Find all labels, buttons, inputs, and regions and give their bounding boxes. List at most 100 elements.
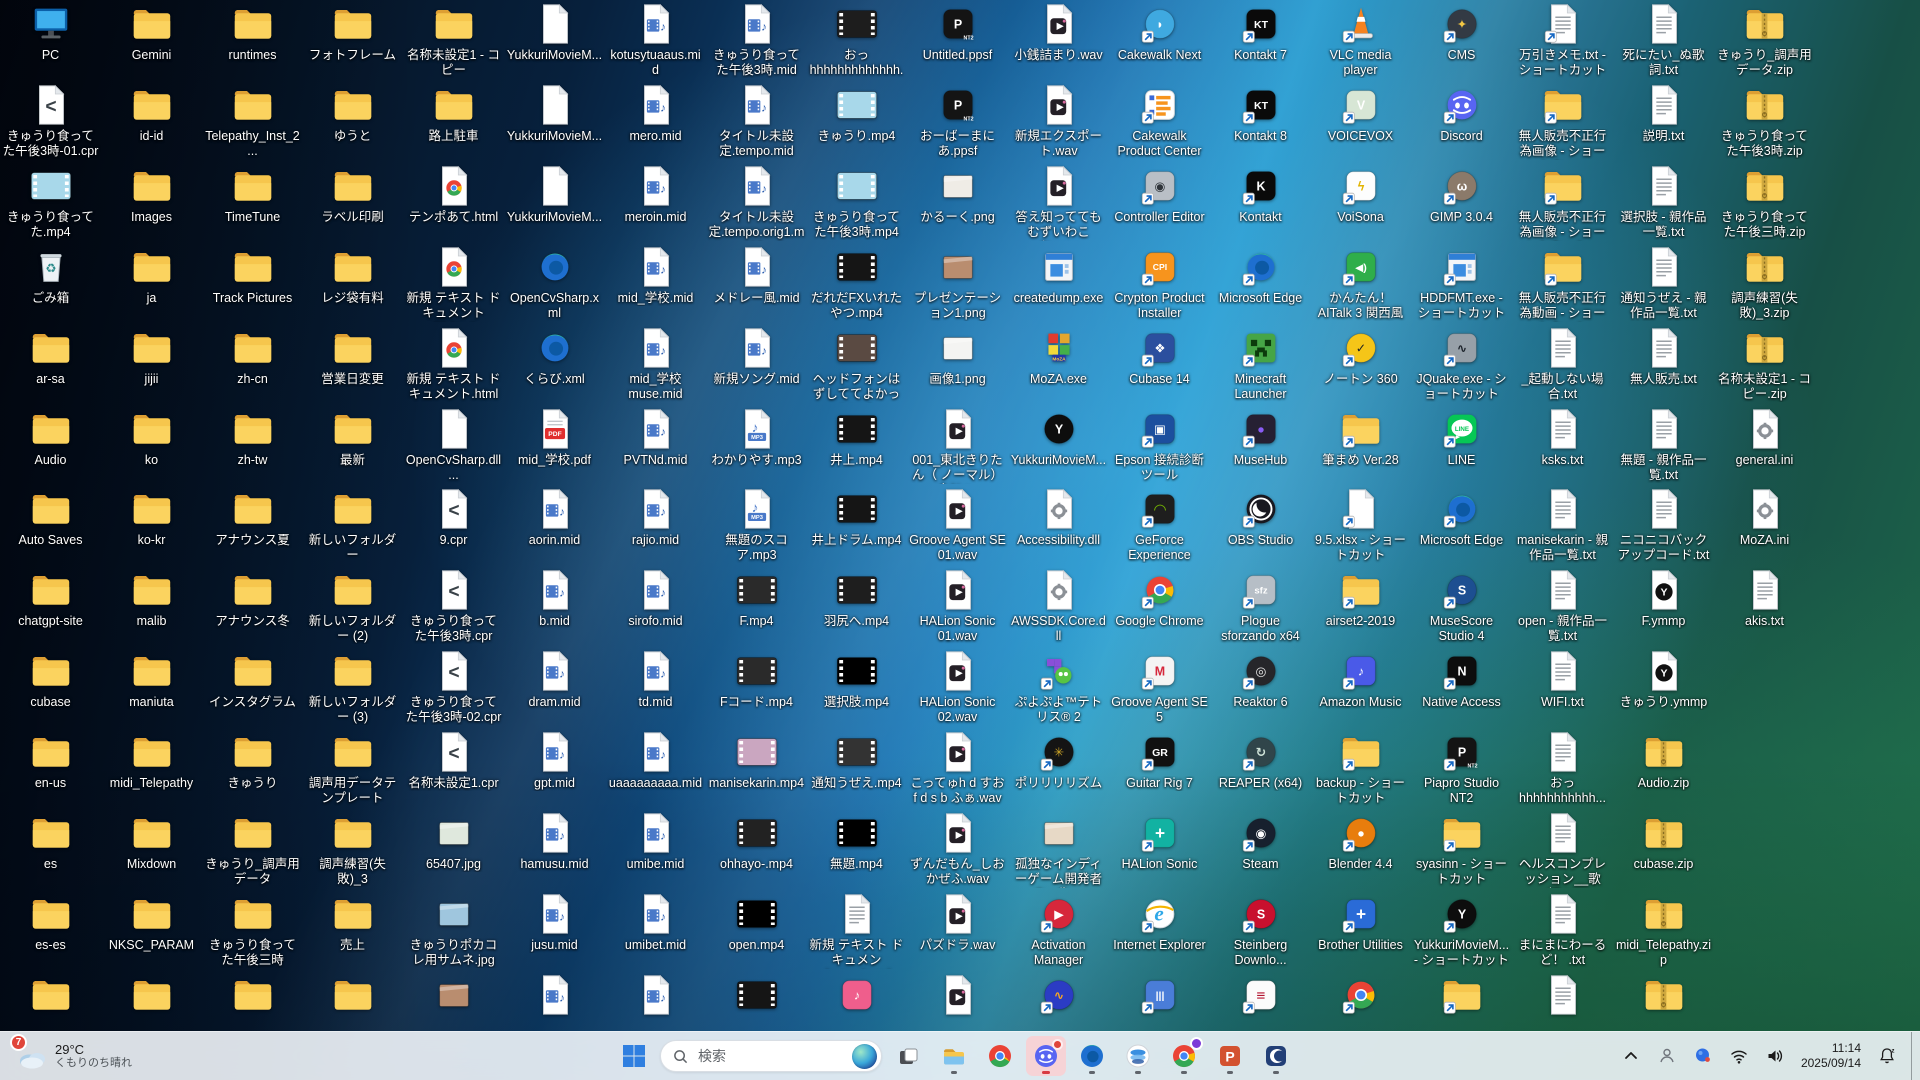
desktop-icon-r9-c10[interactable]: HALion Sonic 02.wav (907, 647, 1008, 727)
desktop-icon-r11-c4[interactable]: 調声練習(失敗)_3 (302, 809, 403, 889)
taskbar-clock[interactable]: 11:14 2025/09/14 (1795, 1041, 1867, 1071)
desktop-icon-r12-c15[interactable]: Y YukkuriMovieM... - ショートカット (1411, 890, 1512, 970)
desktop-icon-r12-c17[interactable]: midi_Telepathy.zip (1613, 890, 1714, 970)
tray-app-notification-button[interactable] (1685, 1038, 1721, 1074)
desktop-icon-r2-c10[interactable]: PNT2 おーばーまにあ.ppsf (907, 81, 1008, 161)
desktop-icon-r1-c9[interactable]: おっhhhhhhhhhhhhh... (806, 0, 907, 80)
desktop-icon-r8-c2[interactable]: malib (101, 566, 202, 646)
start-button[interactable] (614, 1036, 654, 1076)
desktop-icon-r8-c1[interactable]: chatgpt-site (0, 566, 101, 646)
desktop-icon-r12-c10[interactable]: パズドラ.wav (907, 890, 1008, 970)
desktop-icon-r7-c5[interactable]: < 9.cpr (403, 485, 504, 565)
desktop-icon-r1-c7[interactable]: ♪ kotusytuaaus.mid (605, 0, 706, 80)
desktop-icon-r6-c1[interactable]: Audio (0, 405, 101, 485)
desktop-icon-r6-c3[interactable]: zh-tw (202, 405, 303, 485)
desktop-icon-r2-c2[interactable]: id-id (101, 81, 202, 161)
desktop-icon-r8-c16[interactable]: open - 親作品一覧.txt (1512, 566, 1613, 646)
desktop-icon-r5-c2[interactable]: jijii (101, 324, 202, 404)
desktop-icon-r11-c17[interactable]: cubase.zip (1613, 809, 1714, 889)
tray-user-presence-button[interactable] (1649, 1038, 1685, 1074)
desktop-icon-r11-c6[interactable]: ♪ hamusu.mid (504, 809, 605, 889)
desktop-icon-r6-c10[interactable]: 001_東北きりたん（ ノーマル）_今じゃ... (907, 405, 1008, 485)
desktop-icon-r3-c5[interactable]: テンポあて.html (403, 162, 504, 242)
desktop-icon-r3-c13[interactable]: K Kontakt (1210, 162, 1311, 242)
desktop-icon-r10-c8[interactable]: manisekarin.mp4 (706, 728, 807, 808)
taskbar-media-app-button[interactable] (1118, 1036, 1158, 1076)
desktop-icon-r6-c5[interactable]: OpenCvSharp.dll... (403, 405, 504, 485)
desktop-icon-r1-c18[interactable]: きゅうり_調声用データ.zip (1714, 0, 1815, 80)
taskbar-chrome-profile-button[interactable] (1164, 1036, 1204, 1076)
search-highlight-globe-icon[interactable] (852, 1044, 877, 1069)
desktop-icon-r3-c9[interactable]: きゅうり食ってた午後3時.mp4 (806, 162, 907, 242)
desktop-icon-r9-c2[interactable]: maniuta (101, 647, 202, 727)
desktop-icon-r5-c4[interactable]: 営業日変更 (302, 324, 403, 404)
desktop-icon-r7-c2[interactable]: ko-kr (101, 485, 202, 565)
desktop-icon-r7-c18[interactable]: MoZA.ini (1714, 485, 1815, 565)
desktop-icon-r11-c2[interactable]: Mixdown (101, 809, 202, 889)
desktop-icon-r2-c4[interactable]: ゆうと (302, 81, 403, 161)
desktop-icon-r2-c1[interactable]: < きゅうり食ってた午後3時-01.cpr (0, 81, 101, 161)
desktop-icon-r9-c11[interactable]: ぷよぷよ™テトリス® 2 (1008, 647, 1109, 727)
desktop-icon-r7-c15[interactable]: Microsoft Edge (1411, 485, 1512, 565)
desktop-icon-r10-c9[interactable]: 通知うぜえ.mp4 (806, 728, 907, 808)
desktop-icon-r8-c15[interactable]: S MuseScore Studio 4 (1411, 566, 1512, 646)
desktop-icon-r4-c11[interactable]: createdump.exe (1008, 243, 1109, 323)
desktop-icon-r8-c7[interactable]: ♪ sirofo.mid (605, 566, 706, 646)
desktop-icon-r7-c9[interactable]: 井上ドラム.mp4 (806, 485, 907, 565)
desktop-icon-r1-c2[interactable]: Gemini (101, 0, 202, 80)
desktop-icon-r12-c11[interactable]: ▶ Activation Manager (1008, 890, 1109, 970)
tray-hidden-icons-chevron-button[interactable] (1613, 1038, 1649, 1074)
desktop-icon-r6-c13[interactable]: ● MuseHub (1210, 405, 1311, 485)
desktop-icon-r9-c17[interactable]: Y きゅうり.ymmp (1613, 647, 1714, 727)
desktop-icon-r2-c18[interactable]: きゅうり食ってた午後3時.zip (1714, 81, 1815, 161)
desktop-icon-r4-c12[interactable]: CPI Crypton Product Installer (1109, 243, 1210, 323)
desktop-icon-r8-c12[interactable]: Google Chrome (1109, 566, 1210, 646)
desktop-icon-r9-c6[interactable]: ♪ dram.mid (504, 647, 605, 727)
desktop-icon-r8-c5[interactable]: < きゅうり食ってた午後3時.cpr (403, 566, 504, 646)
desktop-icon-r10-c16[interactable]: おっhhhhhhhhhhh... (1512, 728, 1613, 808)
desktop-icon-r5-c15[interactable]: ∿ JQuake.exe - ショートカット (1411, 324, 1512, 404)
desktop-icon-r8-c14[interactable]: airset2-2019 (1310, 566, 1411, 646)
desktop-icon-r4-c17[interactable]: 通知うぜえ - 親作品一覧.txt (1613, 243, 1714, 323)
desktop-icon-r5-c16[interactable]: _起動しない場合.txt (1512, 324, 1613, 404)
desktop-icon-r4-c7[interactable]: ♪ mid_学校.mid (605, 243, 706, 323)
taskbar-edge-button[interactable] (1072, 1036, 1112, 1076)
desktop-icon-r10-c2[interactable]: midi_Telepathy (101, 728, 202, 808)
desktop-icon-r12-c12[interactable]: e Internet Explorer (1109, 890, 1210, 970)
desktop-icon-r9-c7[interactable]: ♪ td.mid (605, 647, 706, 727)
desktop-icon-r11-c5[interactable]: 65407.jpg (403, 809, 504, 889)
desktop-icon-r8-c6[interactable]: ♪ b.mid (504, 566, 605, 646)
desktop-icon-r10-c13[interactable]: ↻ REAPER (x64) (1210, 728, 1311, 808)
desktop-icon-r3-c16[interactable]: 無人販売不正行為画像 - ショートカット (1512, 162, 1613, 242)
desktop-icon-r2-c13[interactable]: KT Kontakt 8 (1210, 81, 1311, 161)
desktop-icon-r10-c1[interactable]: en-us (0, 728, 101, 808)
desktop-icon-r1-c1[interactable]: PC (0, 0, 101, 80)
desktop-icon-r9-c5[interactable]: < きゅうり食ってた午後3時-02.cpr (403, 647, 504, 727)
desktop-icon-r6-c2[interactable]: ko (101, 405, 202, 485)
desktop-icon-r12-c14[interactable]: + Brother Utilities (1310, 890, 1411, 970)
desktop-icon-r5-c3[interactable]: zh-cn (202, 324, 303, 404)
desktop-icon-r11-c3[interactable]: きゅうり_調声用データ (202, 809, 303, 889)
desktop-icon-r6-c14[interactable]: 筆まめ Ver.28 (1310, 405, 1411, 485)
desktop-icon-r4-c8[interactable]: ♪ メドレー風.mid (706, 243, 807, 323)
desktop-icon-r11-c10[interactable]: ずんだもん_しおかぜふ.wav (907, 809, 1008, 889)
desktop-icon-r11-c12[interactable]: + HALion Sonic (1109, 809, 1210, 889)
desktop-icon-r7-c8[interactable]: ♪MP3 無題のスコア.mp3 (706, 485, 807, 565)
desktop-icon-r1-c3[interactable]: runtimes (202, 0, 303, 80)
desktop-icon-r9-c3[interactable]: インスタグラム (202, 647, 303, 727)
tray-wifi-button[interactable] (1721, 1038, 1757, 1074)
desktop-icon-r9-c13[interactable]: ◎ Reaktor 6 (1210, 647, 1311, 727)
desktop-icon-r9-c14[interactable]: ♪ Amazon Music (1310, 647, 1411, 727)
desktop-icon-r7-c13[interactable]: OBS Studio (1210, 485, 1311, 565)
desktop-icon-r2-c14[interactable]: V VOICEVOX (1310, 81, 1411, 161)
desktop-icon-r4-c2[interactable]: ja (101, 243, 202, 323)
desktop-icon-r9-c16[interactable]: WIFI.txt (1512, 647, 1613, 727)
desktop-icon-r11-c7[interactable]: ♪ umibe.mid (605, 809, 706, 889)
desktop-icon-r8-c10[interactable]: HALion Sonic 01.wav (907, 566, 1008, 646)
desktop-icon-r2-c15[interactable]: Discord (1411, 81, 1512, 161)
desktop-icon-r1-c5[interactable]: 名称未設定1 - コピー (403, 0, 504, 80)
desktop-icon-r9-c15[interactable]: N Native Access (1411, 647, 1512, 727)
desktop-icon-r5-c11[interactable]: MoZA MoZA.exe (1008, 324, 1109, 404)
desktop-icon-r2-c3[interactable]: Telepathy_Inst_2... (202, 81, 303, 161)
desktop-icon-r12-c7[interactable]: ♪ umibet.mid (605, 890, 706, 970)
